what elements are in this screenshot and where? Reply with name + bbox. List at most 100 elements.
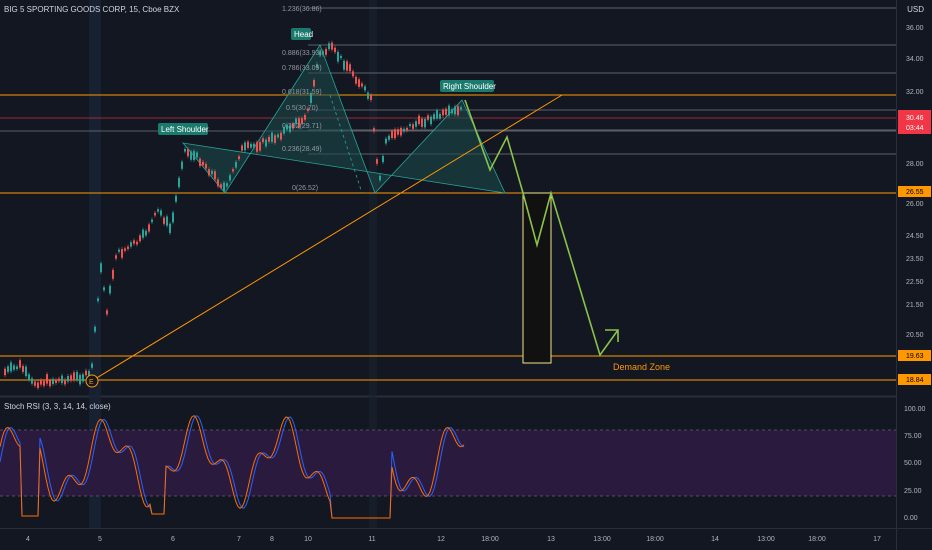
candle <box>178 177 180 188</box>
candle <box>196 152 198 158</box>
candle <box>403 128 405 132</box>
candle <box>127 246 129 249</box>
candle <box>16 366 18 370</box>
candle <box>421 118 423 127</box>
candle <box>133 240 135 244</box>
candle <box>427 115 429 120</box>
indicator-title[interactable]: Stoch RSI (3, 3, 14, 14, close) <box>4 402 111 411</box>
candle <box>49 380 51 387</box>
candle <box>334 47 336 53</box>
left-shoulder-label[interactable]: Left Shoulder <box>161 125 209 134</box>
right-shoulder-label[interactable]: Right Shoulder <box>443 82 496 91</box>
candle <box>388 135 390 140</box>
time-tick: 12 <box>437 536 445 543</box>
candle <box>22 366 24 372</box>
price-tick: 23.50 <box>906 256 924 263</box>
candle <box>85 370 87 376</box>
candle <box>370 95 372 100</box>
stoch-tick: 25.00 <box>904 488 922 495</box>
time-tick: 6 <box>171 536 175 543</box>
candle <box>418 115 420 125</box>
candle <box>187 149 189 157</box>
candle <box>253 143 255 148</box>
candle <box>415 121 417 127</box>
candle <box>448 105 450 116</box>
candle <box>325 48 327 55</box>
candle <box>43 380 45 386</box>
stoch-tick: 75.00 <box>904 433 922 440</box>
candle <box>130 242 132 247</box>
candle <box>163 217 165 224</box>
candle <box>379 175 381 181</box>
candle <box>208 169 210 176</box>
time-tick: 17 <box>873 536 881 543</box>
candle <box>358 79 360 87</box>
candle <box>394 129 396 139</box>
time-tick: 5 <box>98 536 102 543</box>
candle <box>457 106 459 115</box>
candle <box>193 151 195 161</box>
candle <box>184 148 186 152</box>
price-tick: 20.50 <box>906 332 924 339</box>
candle <box>181 161 183 169</box>
candle <box>214 171 216 180</box>
candle <box>157 209 159 212</box>
candle <box>460 107 462 110</box>
candle <box>109 285 111 294</box>
candle <box>442 109 444 116</box>
candle <box>58 378 60 382</box>
candle <box>205 163 207 169</box>
time-tick: 11 <box>368 536 375 543</box>
price-chart[interactable]: 1.236(36.86) 0.886(33.93) 0.786(33.09) 0… <box>0 0 932 550</box>
candle <box>244 142 246 151</box>
candle <box>277 134 279 138</box>
stoch-tick: 50.00 <box>904 460 922 467</box>
candle <box>37 382 39 388</box>
projection-box[interactable] <box>522 192 552 364</box>
demand-zone-label[interactable]: Demand Zone <box>613 362 670 372</box>
candle <box>169 223 171 233</box>
candle <box>7 366 9 372</box>
time-tick: 8 <box>270 536 274 543</box>
candle <box>52 378 54 385</box>
candle <box>391 131 393 138</box>
time-tick: 10 <box>304 536 312 543</box>
stoch-tick: 100.00 <box>904 406 926 413</box>
candle <box>331 42 333 50</box>
candle <box>172 212 174 223</box>
candle <box>211 170 213 175</box>
symbol-title[interactable]: BIG 5 SPORTING GOODS CORP, 15, Cboe BZX <box>4 5 179 14</box>
candle <box>256 142 258 152</box>
time-tick: 4 <box>26 536 30 543</box>
candle <box>337 51 339 62</box>
currency-label: USD <box>907 5 924 14</box>
candle <box>259 142 261 151</box>
candle <box>355 76 357 84</box>
candle <box>445 108 447 115</box>
candle <box>91 363 93 368</box>
candle <box>124 248 126 251</box>
candle <box>433 114 435 120</box>
candle <box>346 61 348 71</box>
badge-18-84: 18.84 <box>906 377 924 384</box>
candle <box>352 71 354 77</box>
price-tick: 22.50 <box>906 279 924 286</box>
countdown-badge: 03:44 <box>906 125 924 132</box>
time-tick: 18:00 <box>481 536 499 543</box>
time-tick: 18:00 <box>646 536 664 543</box>
candle <box>229 175 231 181</box>
time-tick: 7 <box>237 536 241 543</box>
candle <box>28 374 30 380</box>
time-tick: 18:00 <box>808 536 826 543</box>
candle <box>265 139 267 147</box>
candle <box>217 179 219 187</box>
head-label[interactable]: Head <box>294 30 313 39</box>
candle <box>160 210 162 216</box>
last-price-badge: 30.46 <box>906 115 924 122</box>
price-tick: 36.00 <box>906 25 924 32</box>
candle <box>340 55 342 59</box>
candle <box>10 362 12 372</box>
price-tick: 34.00 <box>906 56 924 63</box>
candle <box>61 375 63 384</box>
candle <box>13 365 15 370</box>
